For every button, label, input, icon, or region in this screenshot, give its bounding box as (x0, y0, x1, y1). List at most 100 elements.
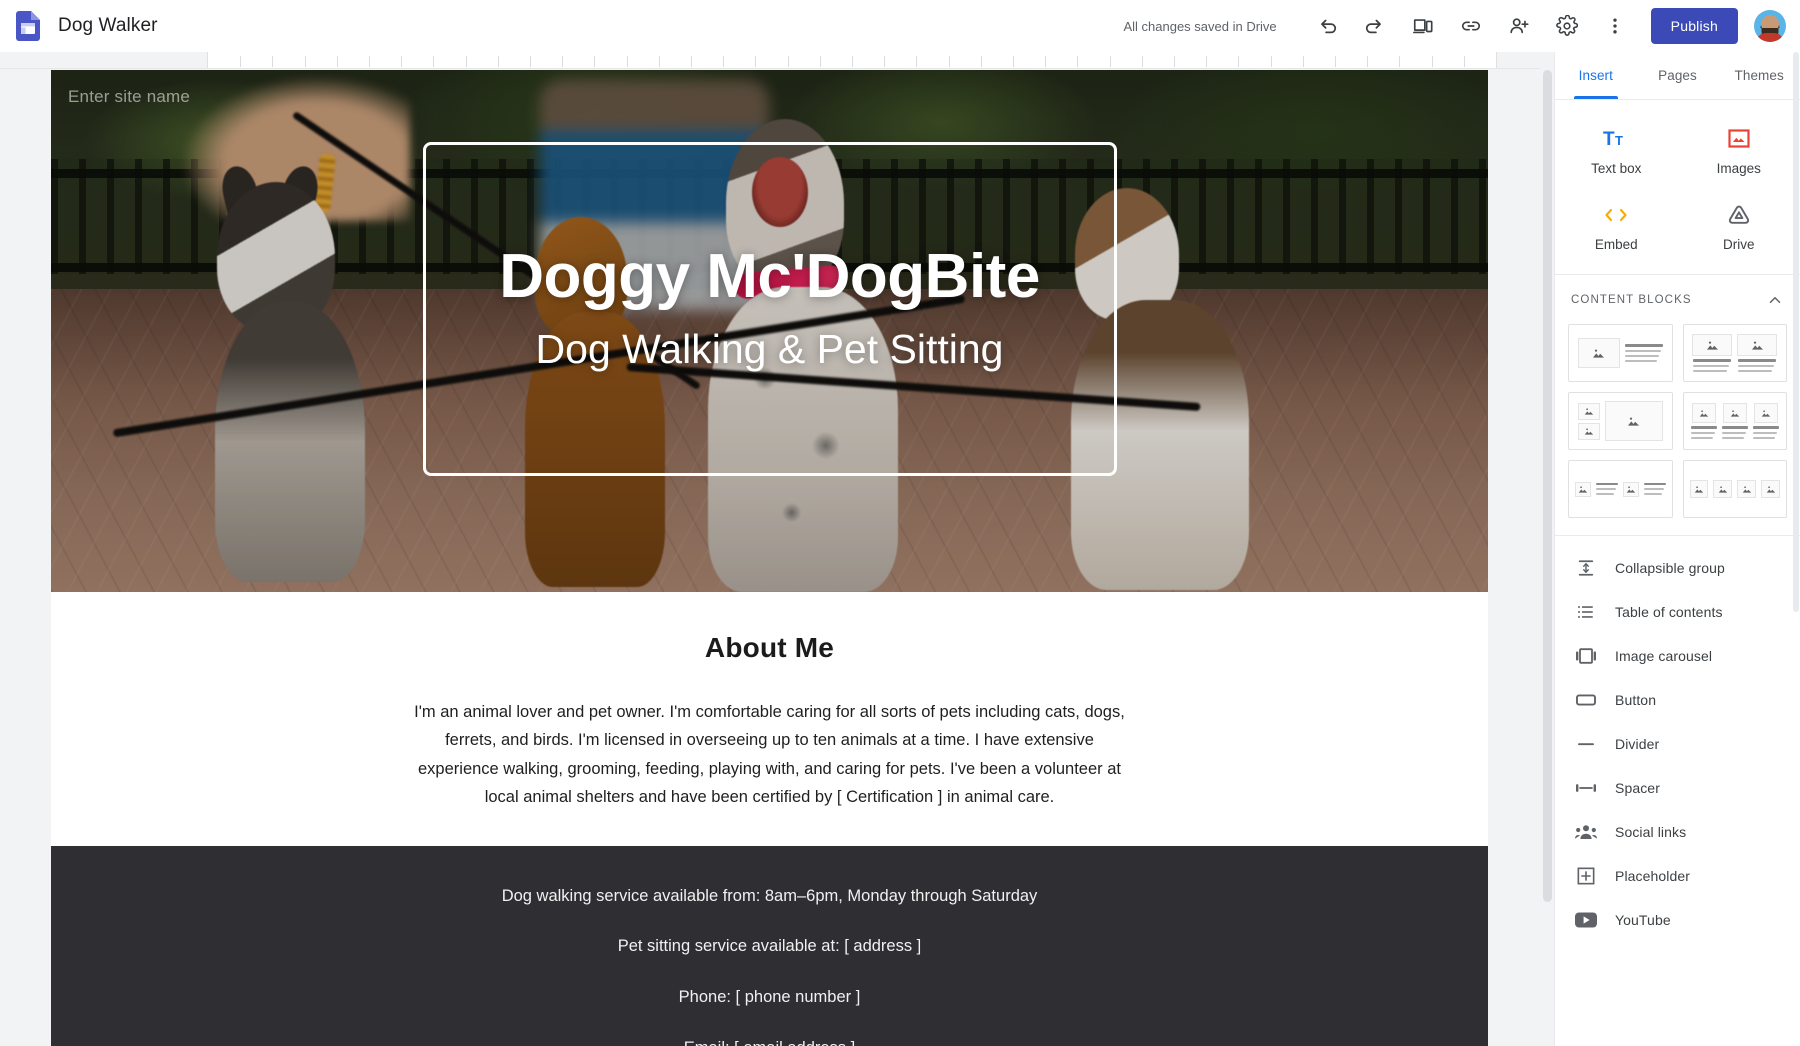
ruler-tick (401, 56, 403, 67)
block-three-images-with-text[interactable] (1678, 387, 1793, 455)
text-box-icon: TT (1603, 124, 1629, 154)
ruler-tick (562, 56, 564, 67)
block-four-images-row[interactable] (1678, 455, 1793, 523)
ruler-tick (1077, 56, 1079, 67)
insert-widget-list: Collapsible group Table of contents Image … (1555, 535, 1800, 942)
insert-social-links-item[interactable]: Social links (1555, 810, 1800, 854)
ruler-tick (1045, 56, 1047, 67)
more-options-icon[interactable] (1595, 6, 1635, 46)
ruler-tick (723, 56, 725, 67)
tab-pages[interactable]: Pages (1637, 52, 1719, 99)
insert-image-carousel-item[interactable]: Image carousel (1555, 634, 1800, 678)
ruler-tick (884, 56, 886, 67)
block-image-placeholder (1689, 480, 1709, 498)
insert-text-box-button[interactable]: T T Text box (1555, 114, 1678, 190)
block-image-placeholder (1604, 401, 1663, 441)
hero-title[interactable]: Doggy Mc'DogBite (499, 243, 1040, 311)
divider-icon (1575, 733, 1597, 755)
canvas-scrollbar[interactable] (1540, 68, 1554, 1046)
hero-section[interactable]: Enter site name Doggy Mc'DogBite Dog Wal… (51, 70, 1488, 592)
site-name-input[interactable]: Enter site name (68, 87, 190, 107)
panel-scrollbar[interactable] (1792, 52, 1800, 1046)
copy-link-icon[interactable] (1451, 6, 1491, 46)
block-text-line (1738, 369, 1773, 372)
block-text-line (1624, 344, 1663, 347)
canvas-ruler[interactable] (207, 52, 1497, 68)
editor-body: Enter site name Doggy Mc'DogBite Dog Wal… (0, 52, 1800, 1046)
ruler-tick (1399, 56, 1401, 67)
site-page: Enter site name Doggy Mc'DogBite Dog Wal… (51, 70, 1488, 1046)
insert-item-label: Table of contents (1615, 604, 1723, 620)
preview-icon[interactable] (1403, 6, 1443, 46)
insert-images-button[interactable]: Images (1678, 114, 1800, 190)
chevron-up-icon[interactable] (1766, 291, 1784, 309)
ruler-tick (497, 56, 499, 67)
avatar-body (1756, 33, 1784, 42)
insert-collapsible-group-item[interactable]: Collapsible group (1555, 546, 1800, 590)
block-two-images-with-text[interactable] (1678, 319, 1793, 387)
contact-line[interactable]: Pet sitting service available at: [ addr… (51, 934, 1488, 959)
block-column (1577, 402, 1600, 440)
block-image-left-text-right[interactable] (1563, 319, 1678, 387)
insert-placeholder-item[interactable]: Placeholder (1555, 854, 1800, 898)
tab-themes[interactable]: Themes (1718, 52, 1800, 99)
contact-line[interactable]: Dog walking service available from: 8am–… (51, 884, 1488, 909)
contact-info-section[interactable]: Dog walking service available from: 8am–… (51, 845, 1488, 1046)
block-image-placeholder (1575, 481, 1591, 497)
insert-item-label: Collapsible group (1615, 560, 1725, 576)
ruler-tick (1431, 56, 1433, 67)
user-avatar[interactable] (1754, 10, 1786, 42)
insert-item-label: Placeholder (1615, 868, 1691, 884)
block-text-line (1693, 359, 1732, 362)
about-heading[interactable]: About Me (51, 632, 1488, 664)
ruler-tick (691, 56, 692, 67)
google-drive-icon (1727, 200, 1751, 230)
block-image-placeholder (1692, 334, 1733, 357)
block-image-placeholder (1761, 480, 1780, 498)
insert-table-of-contents-item[interactable]: Table of contents (1555, 590, 1800, 634)
insert-youtube-item[interactable]: YouTube (1555, 898, 1800, 942)
ruler-tick (755, 56, 757, 67)
panel-scrollbar-thumb[interactable] (1793, 52, 1799, 612)
add-editor-icon[interactable] (1499, 6, 1539, 46)
hero-text-box[interactable]: Doggy Mc'DogBite Dog Walking & Pet Sitti… (422, 142, 1117, 476)
about-body-text[interactable]: I'm an animal lover and pet owner. I'm c… (414, 698, 1126, 812)
block-text-line (1595, 482, 1618, 486)
ruler-tick (465, 56, 467, 67)
block-two-image-text-pairs[interactable] (1563, 455, 1678, 523)
block-text-line (1693, 369, 1728, 372)
publish-button[interactable]: Publish (1650, 8, 1738, 44)
ruler-tick (1302, 56, 1304, 67)
hero-subtitle[interactable]: Dog Walking & Pet Sitting (536, 325, 1004, 373)
block-two-small-one-large-image[interactable] (1563, 387, 1678, 455)
undo-icon[interactable] (1307, 6, 1347, 46)
block-column (1752, 403, 1779, 439)
insert-drive-button[interactable]: Drive (1678, 190, 1800, 266)
ruler-tick (1238, 56, 1240, 67)
about-section[interactable]: About Me I'm an animal lover and pet own… (51, 592, 1488, 846)
block-image-placeholder (1577, 402, 1600, 420)
content-blocks-header[interactable]: CONTENT BLOCKS (1555, 274, 1800, 319)
save-status-text: All changes saved in Drive (1123, 18, 1277, 34)
canvas-scrollbar-thumb[interactable] (1543, 70, 1552, 902)
google-sites-icon[interactable] (10, 8, 46, 44)
block-text-line (1721, 431, 1746, 434)
insert-spacer-item[interactable]: Spacer (1555, 766, 1800, 810)
ruler-tick (1335, 56, 1336, 67)
insert-divider-item[interactable]: Divider (1555, 722, 1800, 766)
contact-line[interactable]: Phone: [ phone number ] (51, 985, 1488, 1010)
document-title[interactable]: Dog Walker (58, 15, 158, 37)
block-image-placeholder (1577, 338, 1620, 368)
insert-button-item[interactable]: Button (1555, 678, 1800, 722)
embed-code-icon (1603, 200, 1629, 230)
settings-gear-icon[interactable] (1547, 6, 1587, 46)
ruler-tick (819, 56, 821, 67)
right-side-panel: Insert Pages Themes T T Text box Images Embed D… (1554, 52, 1800, 1046)
tab-insert[interactable]: Insert (1555, 52, 1637, 99)
redo-icon[interactable] (1355, 6, 1395, 46)
ruler-tick (1174, 56, 1175, 67)
block-image-placeholder (1577, 422, 1600, 440)
contact-line[interactable]: Email: [ email address ] (51, 1036, 1488, 1046)
insert-item-label: Drive (1722, 237, 1755, 252)
insert-embed-button[interactable]: Embed (1555, 190, 1678, 266)
